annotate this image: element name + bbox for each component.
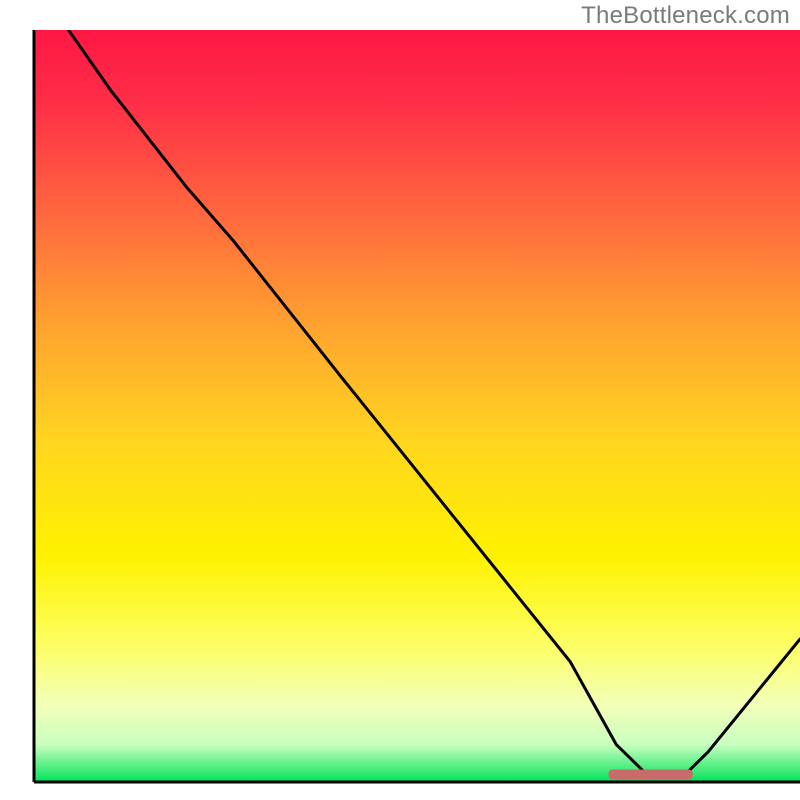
chart-wrapper: { "watermark": "TheBottleneck.com", "cha… xyxy=(0,0,800,800)
optimum-marker xyxy=(609,769,693,779)
bottleneck-chart xyxy=(0,0,800,800)
plot-background xyxy=(34,30,800,782)
